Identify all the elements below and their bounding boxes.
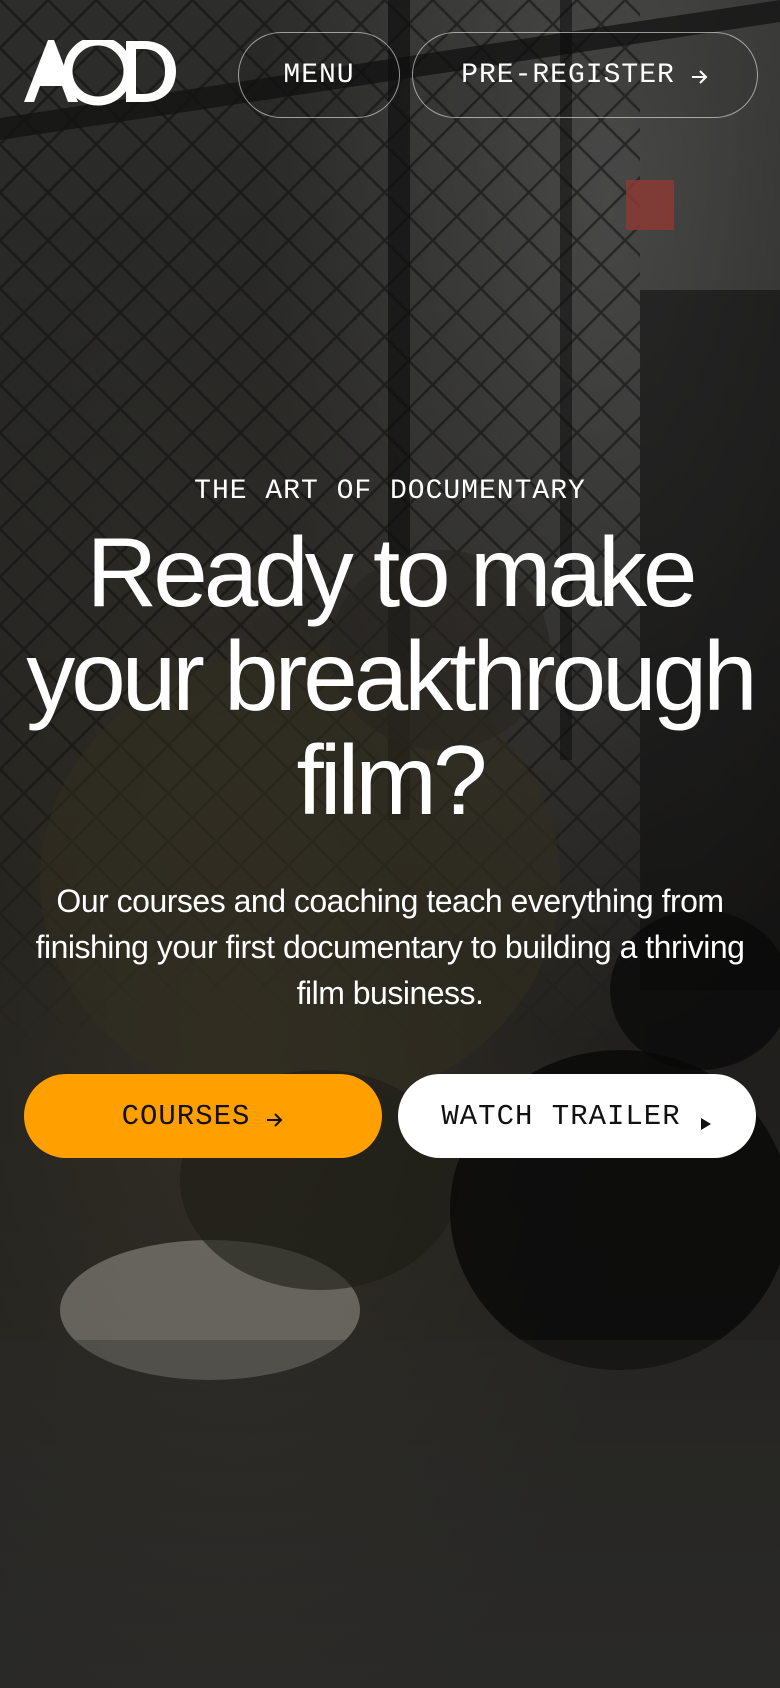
hero-section: THE ART OF DOCUMENTARY Ready to make you… <box>0 470 780 1016</box>
watch-trailer-button[interactable]: WATCH TRAILER <box>398 1074 756 1158</box>
courses-button[interactable]: COURSES <box>24 1074 382 1158</box>
watch-trailer-button-label: WATCH TRAILER <box>441 1099 681 1133</box>
aod-logo-mark <box>24 36 176 106</box>
hero-eyebrow: THE ART OF DOCUMENTARY <box>194 476 586 507</box>
hero-headline: Ready to make your breakthrough film? <box>26 517 757 835</box>
pre-register-button[interactable]: PRE-REGISTER <box>412 32 758 118</box>
play-icon <box>699 1108 713 1130</box>
courses-button-label: COURSES <box>121 1099 251 1133</box>
arrow-right-icon <box>689 65 709 85</box>
pre-register-button-label: PRE-REGISTER <box>461 59 675 91</box>
menu-button-label: MENU <box>283 59 355 91</box>
arrow-right-icon <box>264 1106 284 1127</box>
menu-button[interactable]: MENU <box>238 32 400 118</box>
site-header: MENU PRE-REGISTER <box>0 0 780 150</box>
aod-logo[interactable] <box>24 36 176 106</box>
hero-subtitle: Our courses and coaching teach everythin… <box>35 883 745 1011</box>
